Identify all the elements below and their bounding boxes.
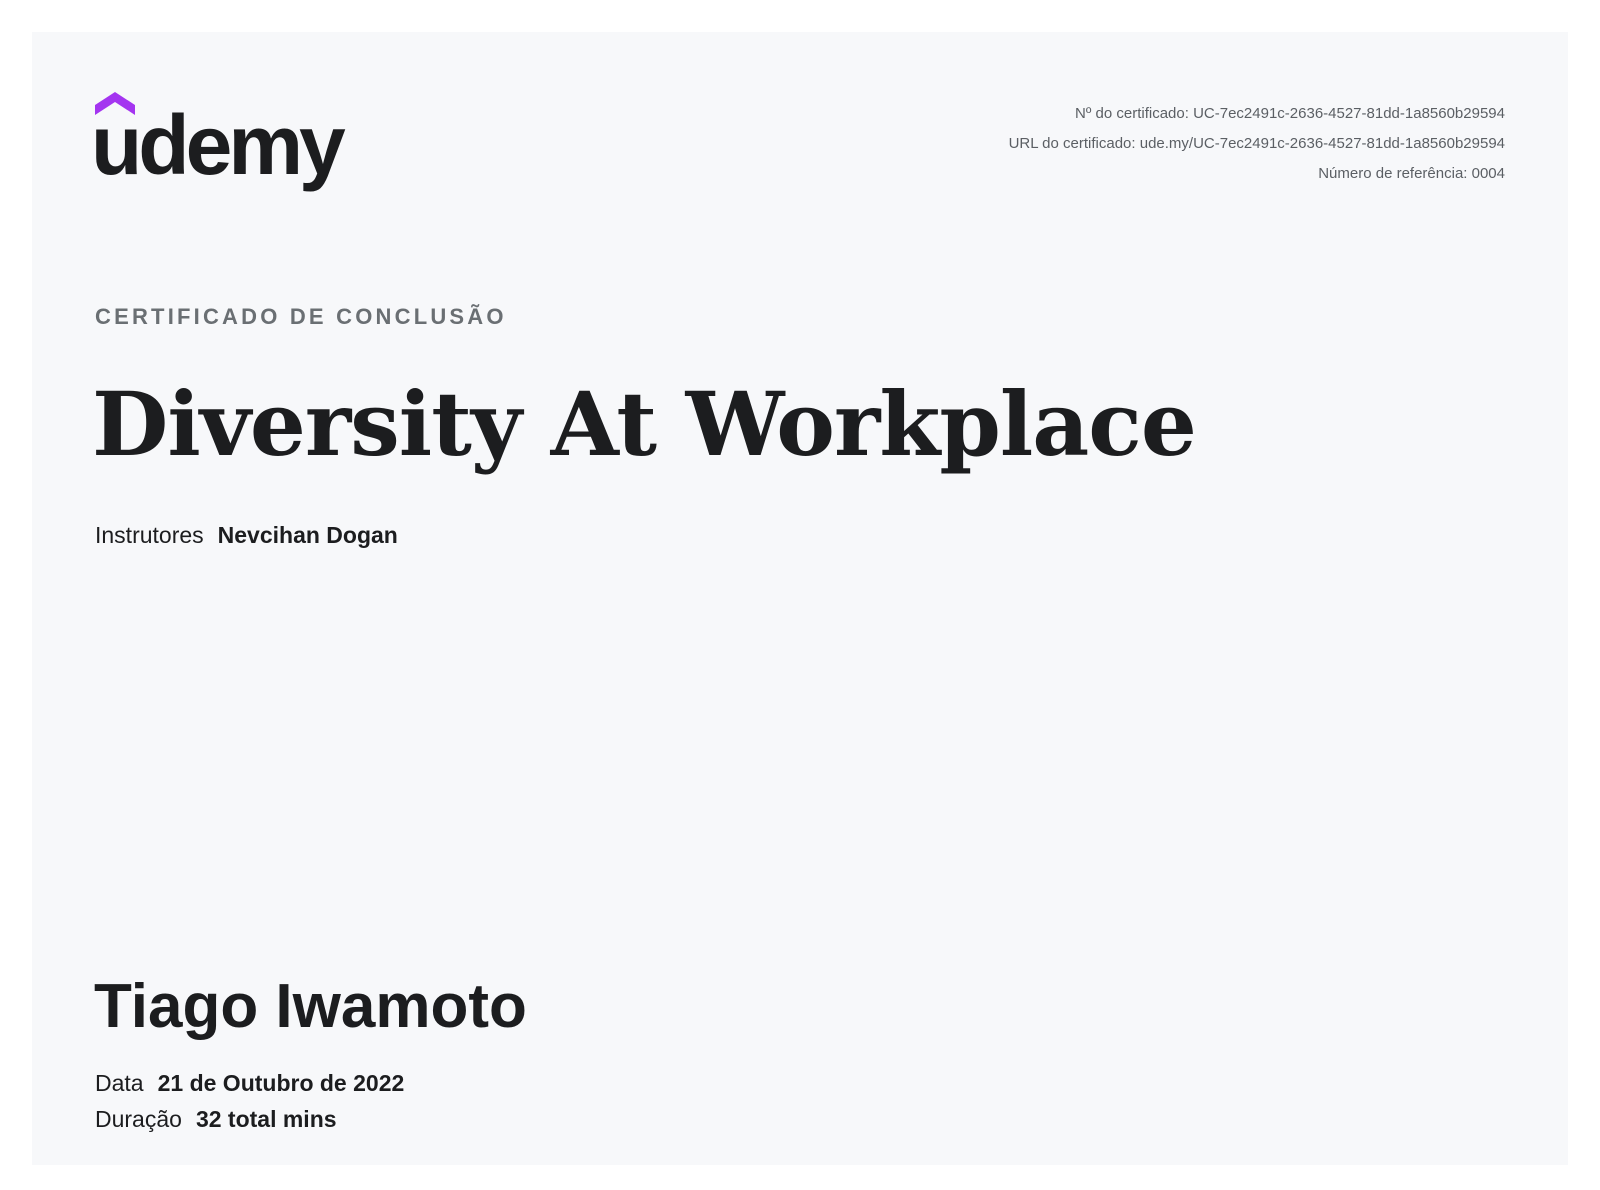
udemy-logo: udemy [95,92,365,212]
instructors-row: Instrutores Nevcihan Dogan [95,522,398,549]
course-title: Diversity At Workplace [92,372,1197,476]
date-label: Data [95,1070,144,1096]
reference-number: Número de referência: 0004 [1318,165,1505,182]
instructor-name: Nevcihan Dogan [217,522,398,548]
certificate-card: udemy Nº do certificado: UC-7ec2491c-263… [32,32,1568,1165]
svg-text:udemy: udemy [95,98,346,192]
date-value: 21 de Outubro de 2022 [157,1070,405,1096]
udemy-logo-graphic: udemy [95,92,350,192]
date-row: Data 21 de Outubro de 2022 [95,1070,404,1097]
duration-value: 32 total mins [195,1106,337,1132]
certificate-kicker: CERTIFICADO DE CONCLUSÃO [95,304,507,329]
student-name: Tiago Iwamoto [94,972,527,1041]
duration-label: Duração [95,1106,182,1132]
instructors-label: Instrutores [95,522,204,548]
certificate-url[interactable]: URL do certificado: ude.my/UC-7ec2491c-2… [1009,129,1505,159]
certificate-number: Nº do certificado: UC-7ec2491c-2636-4527… [1075,105,1505,122]
duration-row: Duração 32 total mins [95,1106,337,1133]
certificate-meta: Nº do certificado: UC-7ec2491c-2636-4527… [1009,99,1505,189]
